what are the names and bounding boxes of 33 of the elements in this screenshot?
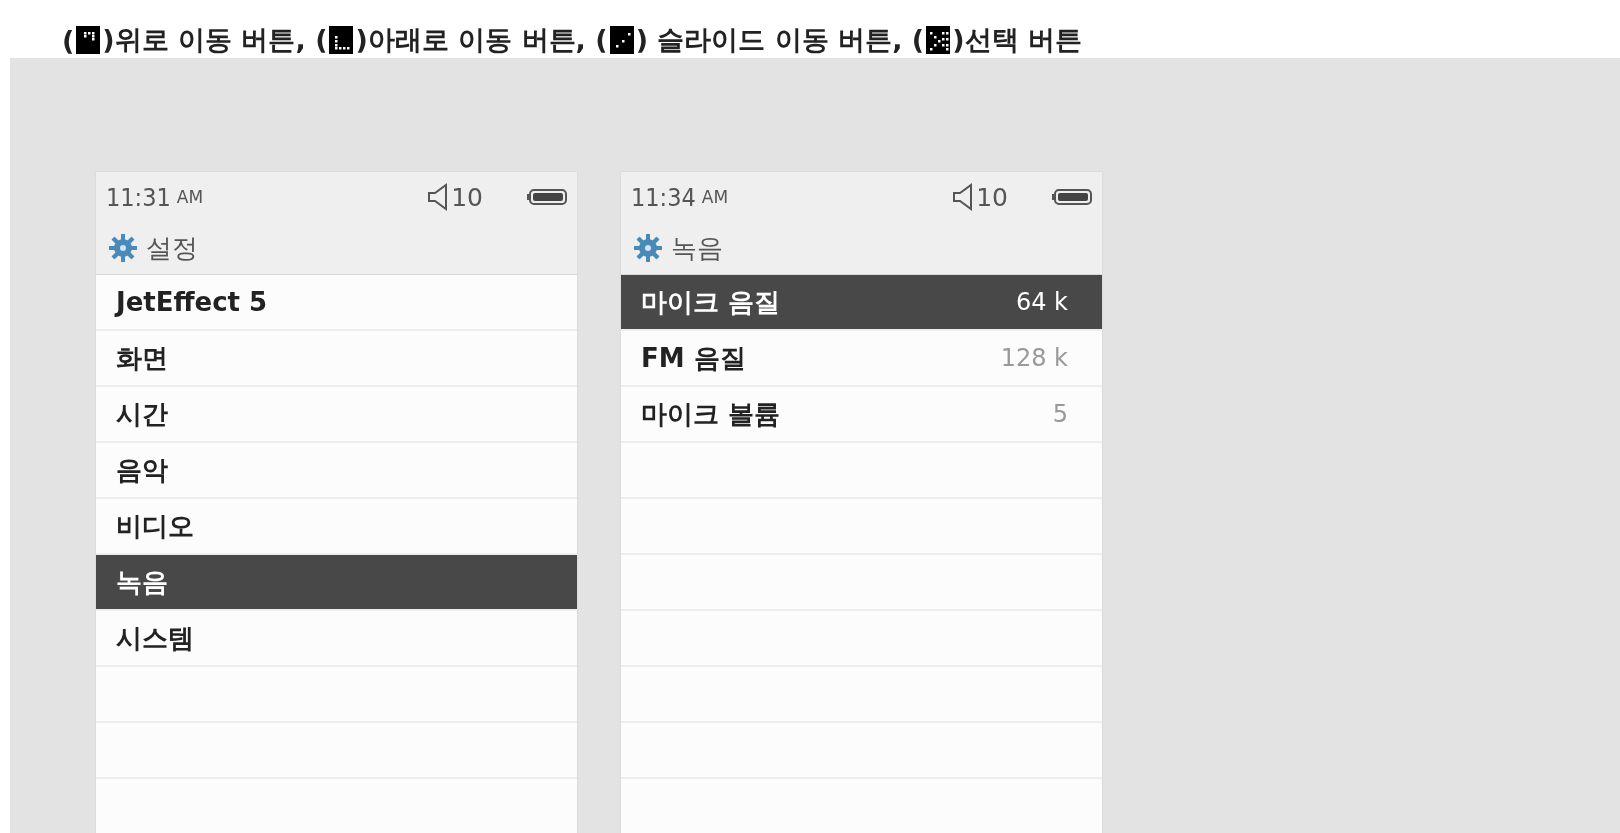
clock-ampm: AM (701, 187, 729, 207)
clock-ampm: AM (176, 187, 204, 207)
legend-text: )선택 버튼 (952, 23, 1082, 57)
battery-icon (527, 189, 567, 205)
menu-item[interactable]: 시간 (96, 387, 577, 443)
down-button-icon (329, 26, 354, 54)
menu-item[interactable]: FM 음질 128 k (621, 331, 1102, 387)
slide-button-icon (609, 26, 634, 54)
screen-title: 설정 (146, 231, 198, 265)
clock-time: 11:34 (631, 182, 696, 212)
volume-level: 10 (976, 182, 1008, 212)
speaker-icon (952, 183, 975, 211)
up-button-icon (76, 26, 101, 54)
legend-text: ( (62, 24, 75, 56)
menu-item[interactable]: 마이크 볼륨 5 (621, 387, 1102, 443)
menu-item[interactable]: 음악 (96, 443, 577, 499)
menu-item[interactable]: 시스템 (96, 611, 577, 667)
legend-text: )위로 이동 버튼, ( (102, 23, 328, 57)
battery-icon (1052, 189, 1092, 205)
menu-item[interactable]: 마이크 음질 64 k (621, 275, 1102, 331)
legend-text: ) 슬라이드 이동 버튼, ( (635, 23, 925, 57)
clock-time: 11:31 (106, 182, 171, 212)
legend-text: )아래로 이동 버튼, ( (355, 23, 608, 57)
menu-item[interactable]: 화면 (96, 331, 577, 387)
screen-title: 녹음 (671, 231, 723, 265)
menu-item[interactable]: 녹음 (96, 555, 577, 611)
select-button-icon (926, 26, 951, 54)
setting-value: 64 k (1015, 288, 1068, 316)
setting-value: 5 (1052, 400, 1068, 428)
menu-item[interactable]: JetEffect 5 (96, 275, 577, 331)
volume-level: 10 (451, 182, 483, 212)
setting-value: 128 k (1000, 344, 1068, 372)
speaker-icon (427, 183, 450, 211)
